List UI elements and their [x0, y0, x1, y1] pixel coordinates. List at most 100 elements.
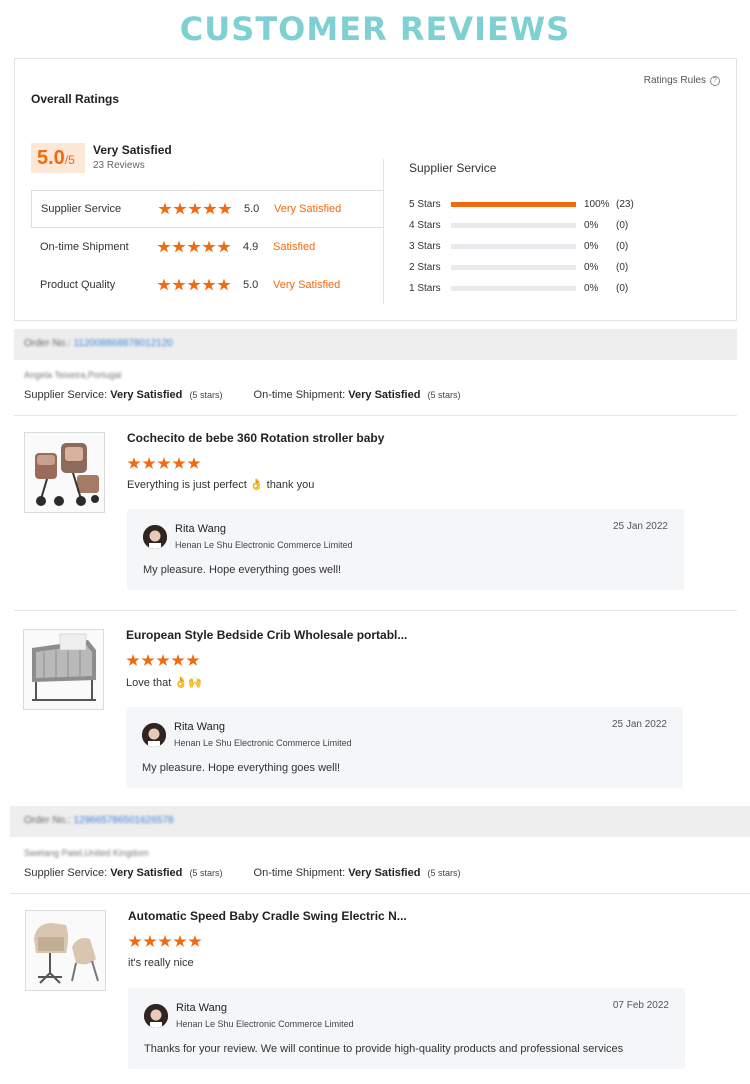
supplier-service-value: Very Satisfied: [110, 389, 183, 401]
shipment-value: Very Satisfied: [348, 867, 421, 879]
order-ratings: Supplier Service: Very Satisfied (5 star…: [24, 389, 461, 401]
buyer-info: Swetang Patel,United Kingdom: [24, 848, 149, 858]
avatar-icon: [142, 723, 166, 747]
breakdown-percent: 0%: [584, 240, 599, 252]
review-text: it's really nice: [128, 957, 194, 969]
score-max: /5: [64, 153, 75, 167]
category-row-supplier-service[interactable]: Supplier Service 5.0 Very Satisfied: [31, 190, 384, 228]
order-bar: Order No.: 129665786501626578: [10, 806, 750, 837]
star-icon: [171, 654, 185, 666]
product-thumbnail-stroller[interactable]: [24, 432, 105, 513]
stroller-image: [25, 433, 104, 512]
category-text: Very Satisfied: [273, 279, 341, 291]
breakdown-count: (0): [616, 282, 629, 294]
avatar: [142, 723, 166, 747]
category-text: Very Satisfied: [274, 203, 342, 215]
star-rating: [157, 240, 231, 254]
overall-ratings-title: Overall Ratings: [31, 92, 120, 106]
product-thumbnail-crib[interactable]: [23, 629, 104, 710]
category-value: 5.0: [243, 279, 259, 291]
avatar-icon: [144, 1004, 168, 1028]
ratings-rules-link[interactable]: Ratings Rules ?: [644, 75, 720, 86]
category-label: On-time Shipment: [40, 241, 129, 253]
breakdown-bar-fill: [451, 201, 576, 207]
star-rating: [158, 202, 232, 216]
crib-image: [24, 630, 103, 709]
star-icon: [203, 202, 217, 215]
star-icon: [126, 654, 140, 666]
category-text: Satisfied: [273, 241, 316, 253]
star-icon: [188, 935, 202, 947]
star-icon: [187, 457, 201, 469]
shipment-label: On-time Shipment:: [253, 389, 346, 401]
star-icon: [217, 240, 231, 253]
supplier-service-label: Supplier Service:: [24, 389, 108, 401]
reply-author: Rita Wang: [175, 523, 226, 535]
breakdown-title: Supplier Service: [409, 161, 497, 175]
star-icon: [158, 935, 172, 947]
breakdown-bar: [451, 243, 576, 249]
divider: [10, 893, 750, 894]
supplier-service-value: Very Satisfied: [110, 867, 183, 879]
cradle-image: [26, 911, 105, 990]
star-icon: [143, 935, 157, 947]
star-icon: [173, 935, 187, 947]
supplier-service-stars: (5 stars): [189, 868, 223, 878]
star-icon: [186, 654, 200, 666]
breakdown-row: 5 Stars 100% (23): [409, 197, 709, 211]
shipment-stars: (5 stars): [427, 390, 461, 400]
reply-date: 25 Jan 2022: [611, 719, 667, 730]
order-label: Order No.:: [24, 815, 71, 826]
star-icon: [188, 202, 202, 215]
category-row-on-time-shipment[interactable]: On-time Shipment 4.9 Satisfied: [31, 228, 384, 266]
reply-date: 07 Feb 2022: [612, 1000, 669, 1011]
order-number[interactable]: Order No.: 129665786501626578: [24, 815, 174, 826]
breakdown-percent: 0%: [584, 261, 599, 273]
category-label: Supplier Service: [41, 203, 122, 215]
supplier-service-label: Supplier Service:: [24, 867, 108, 879]
breakdown-bar: [451, 264, 576, 270]
star-icon: [172, 457, 186, 469]
overall-ratings-panel: Ratings Rules ? Overall Ratings 5.0/5 Ve…: [14, 58, 737, 321]
star-icon: [173, 202, 187, 215]
category-label: Product Quality: [40, 279, 116, 291]
star-icon: [187, 240, 201, 253]
ratings-rules-label: Ratings Rules: [643, 75, 706, 86]
star-rating: [157, 278, 231, 292]
product-thumbnail-cradle[interactable]: [25, 910, 106, 991]
breakdown-row: 3 Stars 0% (0): [409, 239, 709, 253]
star-icon: [141, 654, 155, 666]
review-star-rating: [127, 457, 201, 470]
order-number-value: 112008868878012120: [73, 338, 173, 349]
breakdown-label: 3 Stars: [409, 240, 441, 252]
breakdown-percent: 100%: [584, 198, 610, 210]
reply-author: Rita Wang: [174, 721, 225, 733]
category-row-product-quality[interactable]: Product Quality 5.0 Very Satisfied: [31, 266, 384, 304]
star-icon: [142, 457, 156, 469]
product-title[interactable]: Cochecito de bebe 360 Rotation stroller …: [127, 431, 384, 445]
divider: [14, 610, 737, 611]
breakdown-row: 4 Stars 0% (0): [409, 218, 709, 232]
breakdown-label: 2 Stars: [409, 261, 441, 273]
overall-score: 5.0/5: [31, 143, 85, 173]
buyer-info: Angela Teixeira,Portugal: [24, 370, 122, 380]
breakdown-bar: [451, 222, 576, 228]
review-text: Love that 👌🙌: [126, 677, 202, 689]
product-title[interactable]: Automatic Speed Baby Cradle Swing Electr…: [128, 909, 407, 923]
order-ratings: Supplier Service: Very Satisfied (5 star…: [24, 867, 461, 879]
breakdown-count: (0): [616, 261, 629, 273]
order-number[interactable]: Order No.: 112008868878012120: [24, 338, 173, 349]
score-value: 5.0: [37, 147, 65, 169]
supplier-service-stars: (5 stars): [189, 390, 223, 400]
breakdown-count: (23): [616, 198, 634, 210]
breakdown-label: 1 Stars: [409, 282, 441, 294]
shipment-label: On-time Shipment:: [253, 867, 346, 879]
breakdown-bar: [451, 201, 576, 207]
star-icon: [217, 278, 231, 291]
overall-satisfaction: Very Satisfied: [93, 143, 172, 157]
breakdown-percent: 0%: [584, 282, 599, 294]
product-title[interactable]: European Style Bedside Crib Wholesale po…: [126, 628, 407, 642]
star-icon: [202, 240, 216, 253]
avatar: [144, 1004, 168, 1028]
star-icon: [127, 457, 141, 469]
